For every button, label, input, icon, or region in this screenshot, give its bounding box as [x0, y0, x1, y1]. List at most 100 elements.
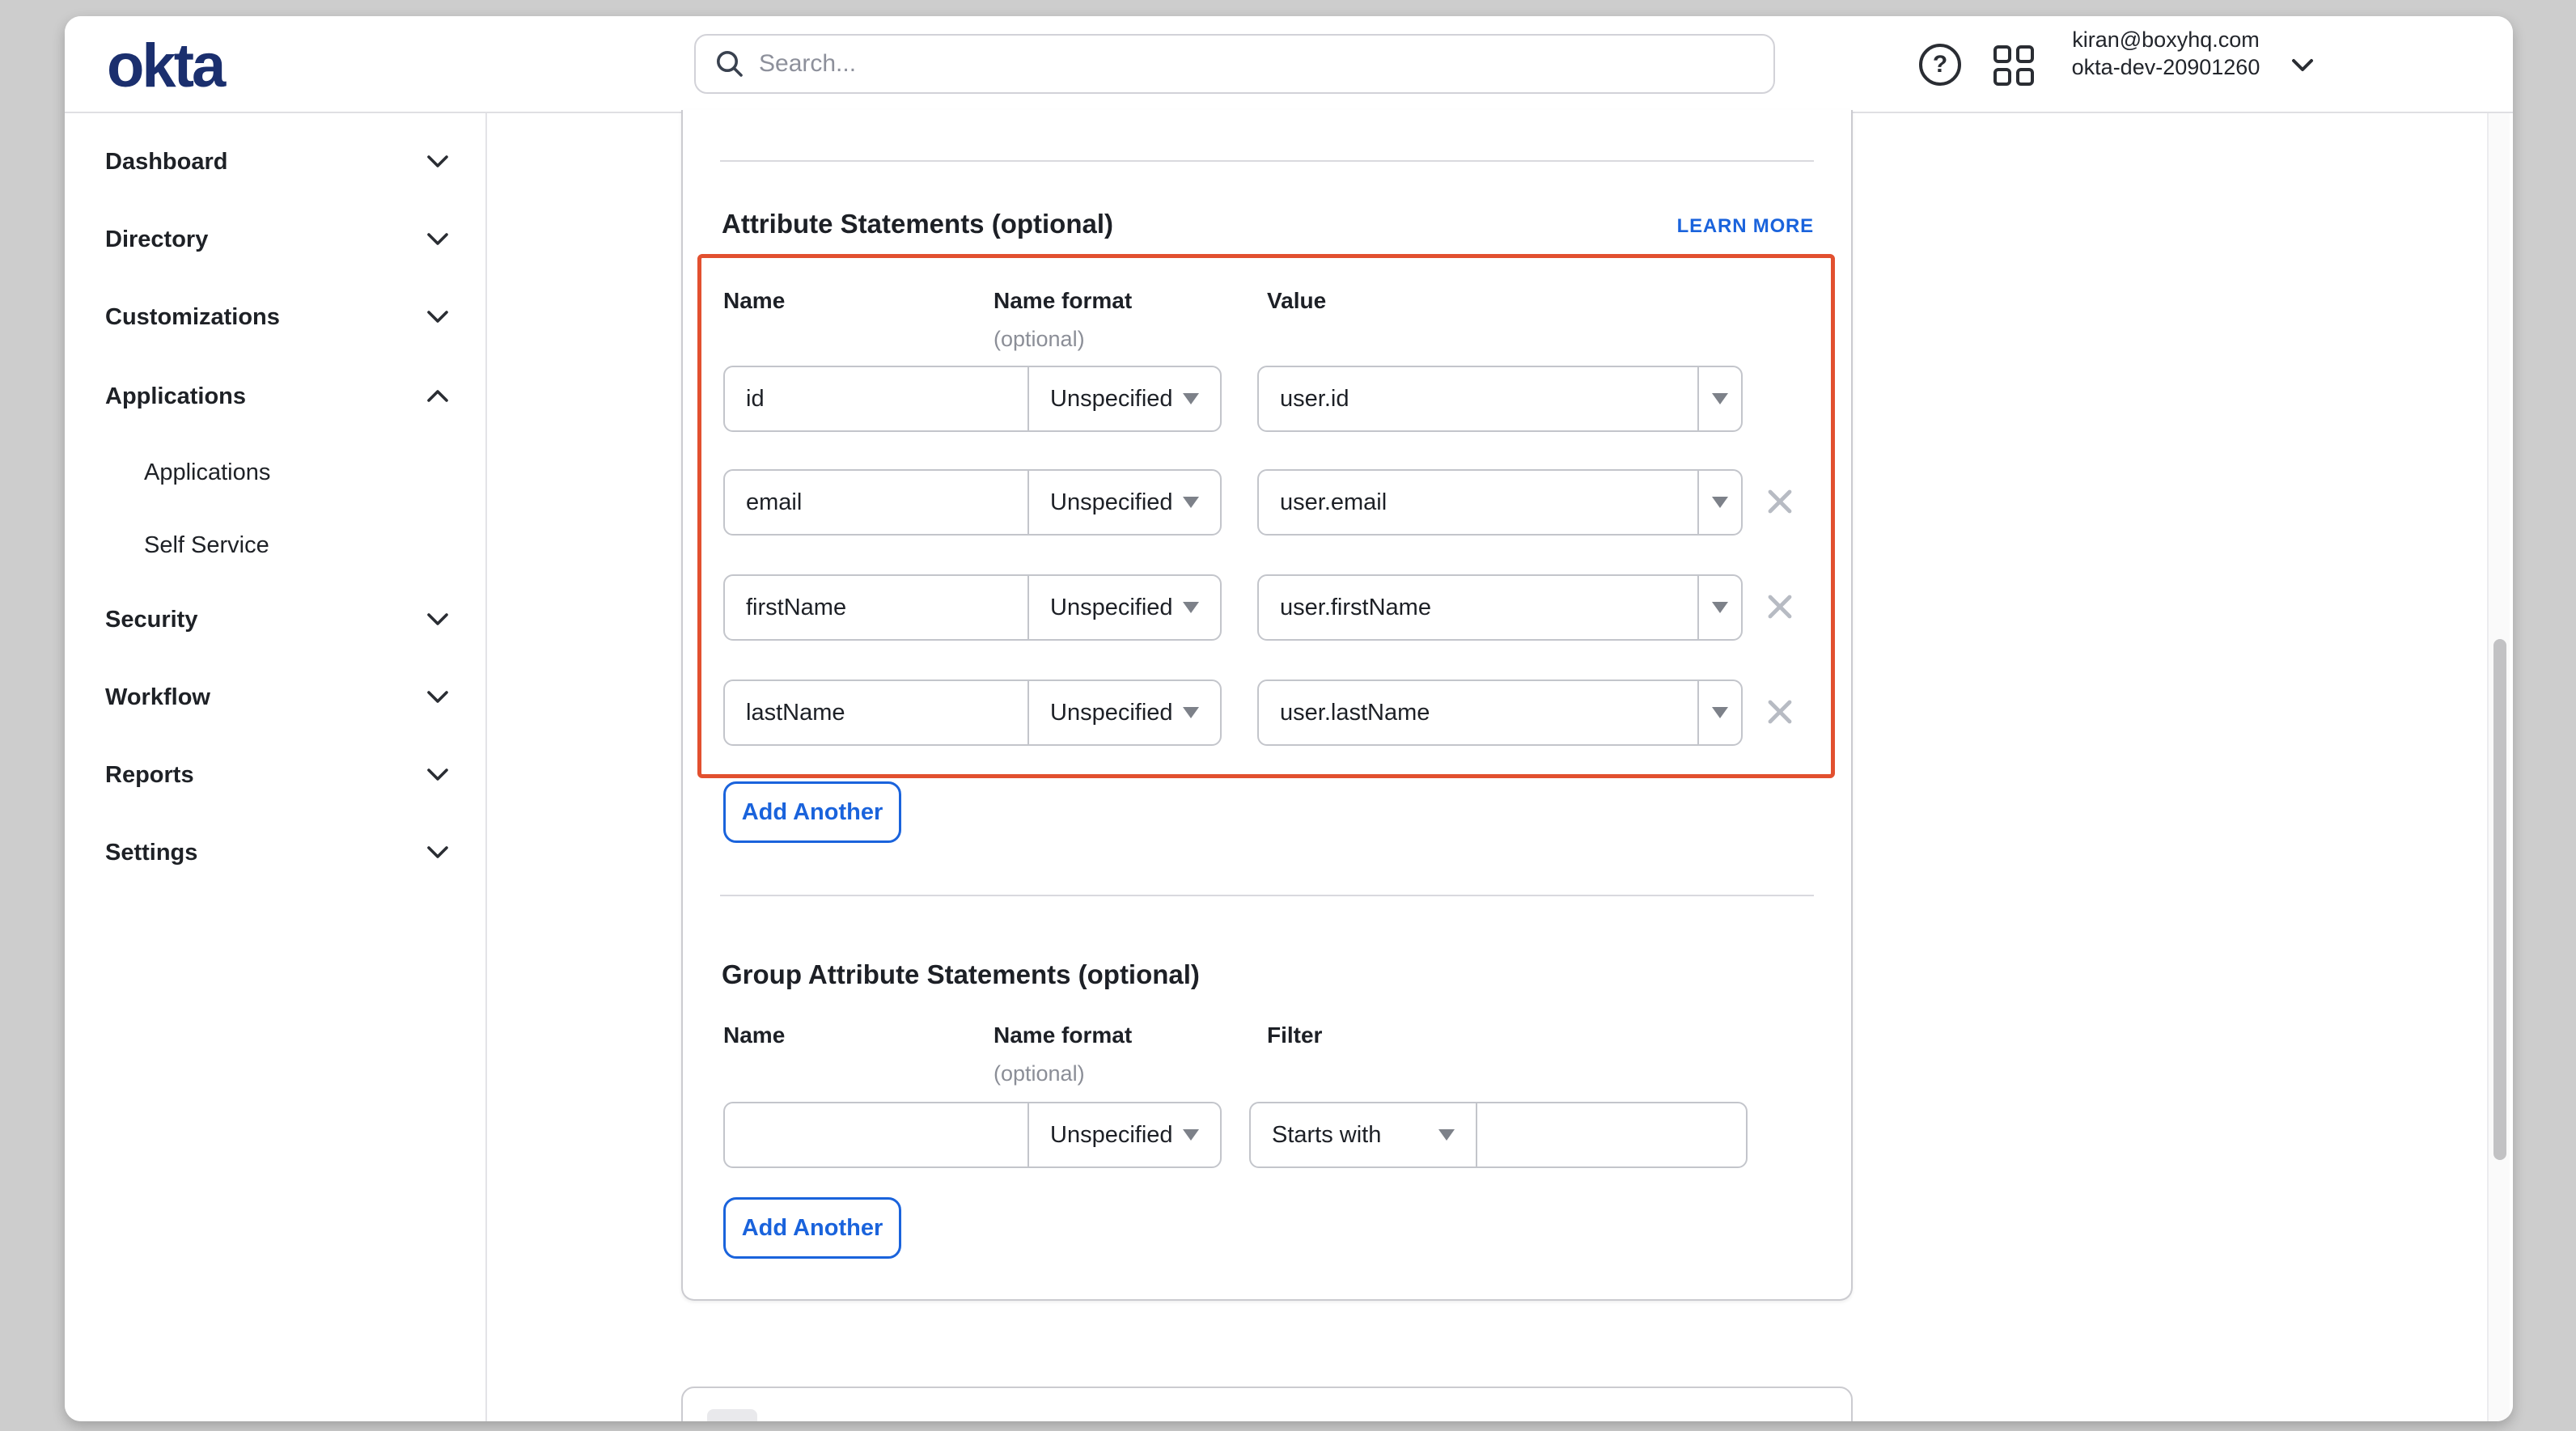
- sidebar-label: Applications: [105, 383, 246, 410]
- add-another-button[interactable]: Add Another: [723, 781, 901, 843]
- remove-row-icon[interactable]: [1764, 591, 1796, 623]
- sidebar-item-dashboard[interactable]: Dashboard: [65, 141, 487, 183]
- value-dropdown-toggle[interactable]: [1697, 681, 1741, 744]
- scrollbar-track[interactable]: [2487, 113, 2510, 1421]
- group-attribute-statements-title: Group Attribute Statements (optional): [722, 959, 1200, 990]
- saml-settings-card: Attribute Statements (optional) LEARN MO…: [681, 110, 1853, 1301]
- value-dropdown-toggle[interactable]: [1697, 576, 1741, 639]
- chevron-down-icon: [427, 311, 448, 324]
- filter-type-value: Starts with: [1251, 1122, 1438, 1149]
- attribute-name-field: [725, 576, 1027, 639]
- sidebar-item-workflow[interactable]: Workflow: [65, 676, 487, 718]
- column-header-name-format: Name format: [994, 1022, 1132, 1048]
- sidebar-item-security[interactable]: Security: [65, 599, 487, 641]
- filter-type-select[interactable]: Starts with: [1251, 1103, 1476, 1166]
- group-name-input[interactable]: [725, 1103, 1027, 1166]
- name-format-select[interactable]: Unspecified: [1027, 367, 1220, 430]
- dropdown-arrow-icon: [1183, 497, 1199, 508]
- sidebar-label: Applications: [144, 459, 270, 486]
- attribute-row: Unspecified: [683, 680, 1854, 746]
- attribute-value-field: [1259, 681, 1697, 744]
- chevron-down-icon[interactable]: [2291, 58, 2314, 73]
- name-format-combo: Unspecified: [723, 366, 1222, 432]
- name-format-value: Unspecified: [1029, 595, 1183, 621]
- name-format-select[interactable]: Unspecified: [1027, 576, 1220, 639]
- sidebar-item-customizations[interactable]: Customizations: [65, 296, 487, 338]
- account-org: okta-dev-20901260: [2049, 53, 2283, 81]
- sidebar-label: Reports: [105, 762, 194, 789]
- attribute-value-input[interactable]: [1259, 576, 1697, 639]
- attribute-name-field: [725, 471, 1027, 534]
- name-format-value: Unspecified: [1029, 386, 1183, 413]
- dropdown-arrow-icon: [1183, 707, 1199, 718]
- attribute-value-field: [1259, 576, 1697, 639]
- grid-cell: [2016, 68, 2034, 86]
- attribute-value-input[interactable]: [1259, 681, 1697, 744]
- sidebar-item-applications[interactable]: Applications: [65, 375, 487, 417]
- search-icon: [715, 49, 744, 78]
- attribute-name-input[interactable]: [725, 367, 1027, 430]
- sidebar-label: Settings: [105, 840, 197, 866]
- browser-window: okta ? kiran@boxyhq.com okta-dev-2090126…: [65, 16, 2513, 1421]
- sidebar-label: Directory: [105, 227, 208, 253]
- name-format-value: Unspecified: [1029, 700, 1183, 726]
- chevron-down-icon: [427, 233, 448, 246]
- name-format-value: Unspecified: [1029, 1122, 1183, 1149]
- attribute-value-field: [1259, 471, 1697, 534]
- attribute-row: Unspecified: [683, 366, 1854, 432]
- dropdown-arrow-icon: [1183, 1129, 1199, 1141]
- filter-value-field: [1476, 1103, 1746, 1166]
- attribute-value-input[interactable]: [1259, 471, 1697, 534]
- dropdown-arrow-icon: [1183, 602, 1199, 613]
- name-format-select[interactable]: Unspecified: [1027, 1103, 1220, 1166]
- section-divider: [720, 160, 1814, 162]
- sidebar-item-self-service[interactable]: Self Service: [65, 524, 487, 566]
- sidebar-label: Security: [105, 607, 197, 633]
- column-header-value: Value: [1267, 288, 1326, 314]
- remove-row-icon[interactable]: [1764, 696, 1796, 728]
- name-format-select[interactable]: Unspecified: [1027, 471, 1220, 534]
- chevron-down-icon: [427, 155, 448, 168]
- app-switcher-grid-icon[interactable]: [1993, 45, 2034, 86]
- learn-more-link[interactable]: LEARN MORE: [1677, 215, 1814, 238]
- attribute-name-input[interactable]: [725, 681, 1027, 744]
- global-search: [694, 34, 1775, 94]
- toggle-placeholder: [707, 1409, 757, 1421]
- section-divider: [720, 895, 1814, 896]
- value-dropdown-toggle[interactable]: [1697, 367, 1741, 430]
- name-format-combo: Unspecified: [723, 1102, 1222, 1168]
- attribute-name-input[interactable]: [725, 576, 1027, 639]
- remove-row-icon[interactable]: [1764, 485, 1796, 518]
- sidebar-nav: Dashboard Directory Customizations Appli…: [65, 113, 487, 1421]
- chevron-down-icon: [427, 768, 448, 781]
- sidebar-label: Workflow: [105, 684, 210, 711]
- sidebar-item-settings[interactable]: Settings: [65, 832, 487, 874]
- grid-cell: [2016, 45, 2034, 63]
- attribute-name-input[interactable]: [725, 471, 1027, 534]
- okta-admin-console: okta ? kiran@boxyhq.com okta-dev-2090126…: [0, 0, 2576, 1431]
- column-header-filter: Filter: [1267, 1022, 1322, 1048]
- sidebar-item-reports[interactable]: Reports: [65, 754, 487, 796]
- column-header-name: Name: [723, 1022, 785, 1048]
- attribute-statements-title: Attribute Statements (optional): [722, 209, 1113, 239]
- attribute-name-field: [725, 367, 1027, 430]
- grid-cell: [1993, 45, 2011, 63]
- okta-logo[interactable]: okta: [107, 31, 223, 101]
- chevron-down-icon: [427, 846, 448, 859]
- attribute-value-input[interactable]: [1259, 367, 1697, 430]
- attribute-name-field: [725, 681, 1027, 744]
- account-menu[interactable]: kiran@boxyhq.com okta-dev-20901260: [2049, 26, 2283, 81]
- sidebar-item-directory[interactable]: Directory: [65, 218, 487, 260]
- value-combo: [1257, 366, 1743, 432]
- scrollbar-thumb[interactable]: [2493, 639, 2506, 1160]
- add-another-group-button[interactable]: Add Another: [723, 1197, 901, 1259]
- help-icon[interactable]: ?: [1919, 44, 1961, 86]
- filter-value-input[interactable]: [1477, 1103, 1746, 1166]
- sidebar-item-applications-sub[interactable]: Applications: [65, 451, 487, 493]
- search-input[interactable]: [759, 50, 1773, 78]
- attribute-value-field: [1259, 367, 1697, 430]
- group-attribute-row: Unspecified Starts with: [683, 1102, 1854, 1168]
- name-format-select[interactable]: Unspecified: [1027, 681, 1220, 744]
- top-header: okta ? kiran@boxyhq.com okta-dev-2090126…: [65, 16, 2513, 113]
- value-dropdown-toggle[interactable]: [1697, 471, 1741, 534]
